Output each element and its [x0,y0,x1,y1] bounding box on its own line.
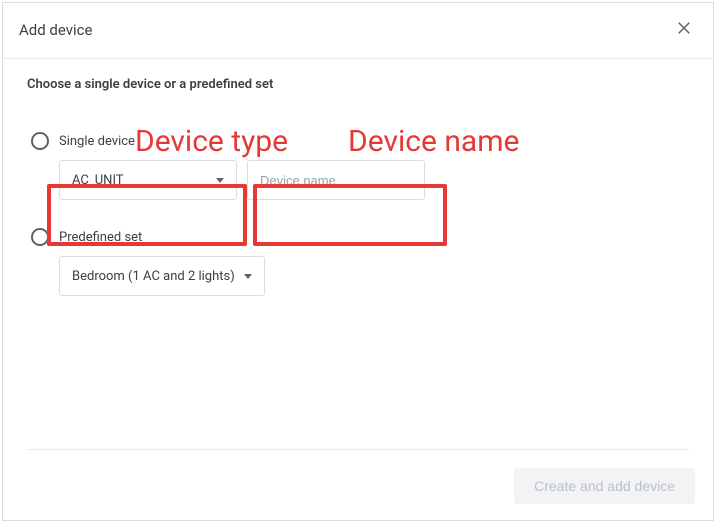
predefined-set-select[interactable]: Bedroom (1 AC and 2 lights) [59,256,265,296]
option-single-device: Single device AC_UNIT [27,132,689,200]
create-add-device-button[interactable]: Create and add device [514,468,695,504]
predefined-controls: Bedroom (1 AC and 2 lights) [59,256,689,296]
footer-divider [27,449,689,450]
subtitle: Choose a single device or a predefined s… [27,77,689,92]
option-predefined-set: Predefined set Bedroom (1 AC and 2 light… [27,228,689,296]
device-type-select[interactable]: AC_UNIT [59,160,237,200]
dialog-header: Add device [3,3,713,59]
dialog-body: Choose a single device or a predefined s… [3,59,713,296]
radio-label-predefined: Predefined set [59,230,142,245]
dialog-footer: Create and add device [3,435,713,520]
close-button[interactable] [671,15,697,44]
radio-predefined-set[interactable] [31,228,49,246]
add-device-dialog: Add device Choose a single device or a p… [2,2,714,521]
chevron-down-icon [244,274,252,279]
radio-label-single: Single device [59,134,135,149]
chevron-down-icon [216,178,224,183]
device-type-value: AC_UNIT [72,173,124,188]
dialog-title: Add device [19,21,92,39]
device-name-input[interactable] [247,160,425,200]
close-icon [675,19,693,37]
single-device-controls: AC_UNIT [59,160,689,200]
radio-row-single[interactable]: Single device [31,132,689,150]
radio-single-device[interactable] [31,132,49,150]
predefined-set-value: Bedroom (1 AC and 2 lights) [72,269,235,284]
radio-row-predefined[interactable]: Predefined set [31,228,689,246]
